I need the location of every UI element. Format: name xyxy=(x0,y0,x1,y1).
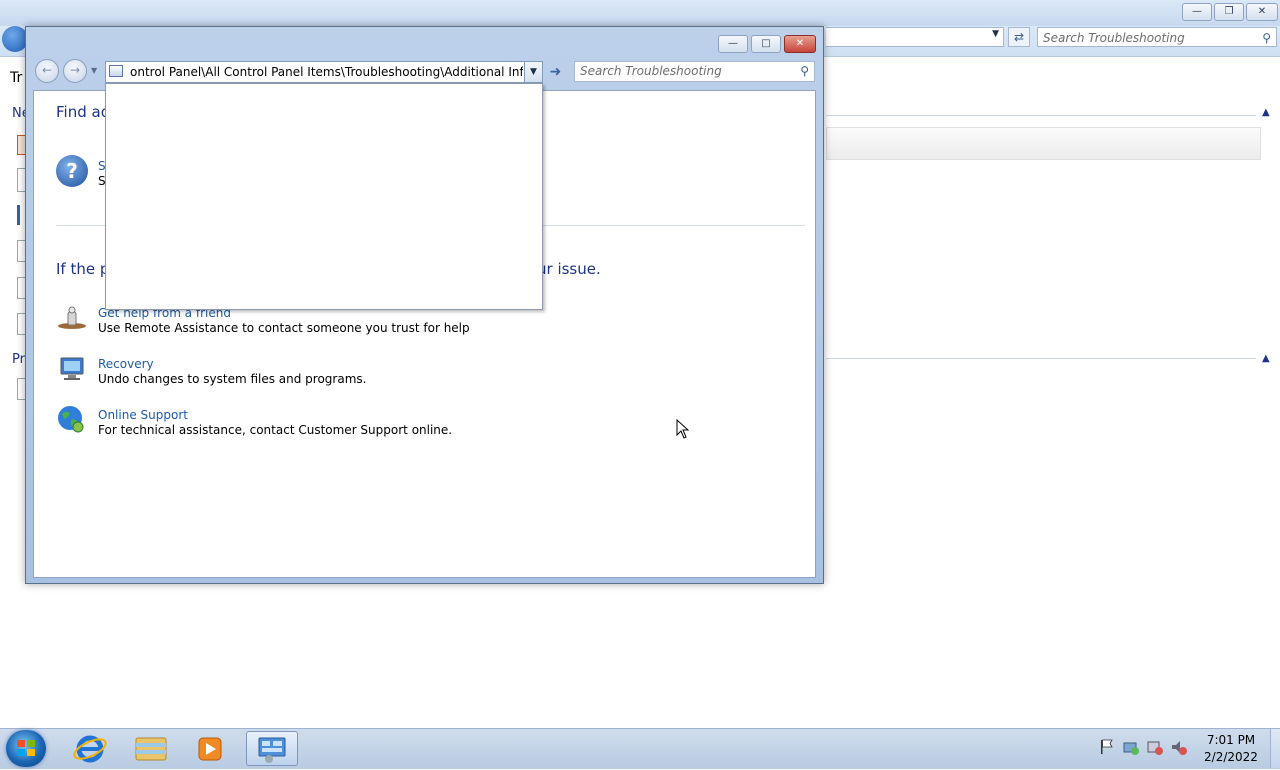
search-icon[interactable]: ⚲ xyxy=(800,62,809,81)
search-input[interactable]: Search Troubleshooting ⚲ xyxy=(574,61,815,82)
bg-search-input[interactable]: Search Troubleshooting ⚲ xyxy=(1037,27,1277,47)
show-desktop-button[interactable] xyxy=(1270,729,1280,768)
volume-muted-icon[interactable] xyxy=(1170,738,1188,756)
item-desc-recovery: Undo changes to system files and program… xyxy=(98,372,367,386)
item-title-online-support[interactable]: Online Support xyxy=(98,408,188,422)
address-autocomplete-dropdown[interactable] xyxy=(105,83,543,310)
recovery-icon xyxy=(56,355,88,383)
file-explorer-icon[interactable] xyxy=(125,731,177,766)
go-arrow-icon[interactable]: ➜ xyxy=(545,61,566,83)
network-icon[interactable] xyxy=(1122,738,1140,756)
remote-assistance-icon xyxy=(56,306,88,330)
control-panel-taskbar-button[interactable] xyxy=(246,731,298,766)
minimize-button[interactable]: — xyxy=(718,35,748,53)
item-desc-get-help: Use Remote Assistance to contact someone… xyxy=(98,321,470,335)
bg-section-line-1 xyxy=(826,115,1256,116)
collapse-chevron-icon-2[interactable]: ▲ xyxy=(1262,353,1270,364)
bg-restore-button[interactable]: ❐ xyxy=(1214,3,1244,21)
start-button[interactable] xyxy=(6,730,46,767)
media-player-icon[interactable] xyxy=(184,731,236,766)
power-error-icon[interactable] xyxy=(1146,738,1164,756)
bg-list-row[interactable] xyxy=(826,127,1261,160)
bg-address-bar[interactable]: ▼ xyxy=(826,27,1004,47)
control-panel-icon xyxy=(109,65,123,77)
background-titlebar xyxy=(0,0,1280,26)
collapse-chevron-icon[interactable]: ▲ xyxy=(1262,107,1270,118)
bg-section-line-2 xyxy=(826,358,1256,359)
globe-icon xyxy=(56,404,86,434)
maximize-button[interactable]: □ xyxy=(751,35,781,53)
bg-close-button[interactable]: ✕ xyxy=(1246,3,1278,21)
chevron-down-icon[interactable]: ▼ xyxy=(992,29,999,39)
forward-button[interactable]: → xyxy=(63,59,87,83)
bg-minimize-button[interactable]: — xyxy=(1182,3,1212,21)
mouse-cursor-icon xyxy=(676,418,690,439)
history-dropdown-icon[interactable]: ▼ xyxy=(91,66,97,75)
refresh-icon[interactable]: ⇄ xyxy=(1008,27,1030,47)
section-heading-find: Find ad xyxy=(56,103,111,121)
internet-explorer-icon[interactable] xyxy=(64,731,116,766)
section-heading-end: ur issue. xyxy=(537,260,601,278)
search-placeholder: Search Troubleshooting xyxy=(580,64,722,78)
action-center-flag-icon[interactable] xyxy=(1098,738,1116,756)
bg-search-placeholder: Search Troubleshooting xyxy=(1043,31,1185,45)
back-button[interactable]: ← xyxy=(35,59,59,83)
address-dropdown-button[interactable]: ▼ xyxy=(524,61,543,83)
search-icon[interactable]: ⚲ xyxy=(1262,28,1271,48)
help-question-icon: ? xyxy=(56,155,88,187)
clock-date[interactable]: 2/2/2022 xyxy=(1196,750,1266,764)
address-path[interactable]: ontrol Panel\All Control Panel Items\Tro… xyxy=(130,62,523,82)
bg-page-title-fragment: Tr xyxy=(10,70,23,86)
clock-time[interactable]: 7:01 PM xyxy=(1196,733,1266,747)
close-button[interactable]: ✕ xyxy=(784,35,816,53)
item-title-recovery[interactable]: Recovery xyxy=(98,357,154,371)
section-heading-start: If the p xyxy=(56,260,110,278)
item-desc-online-support: For technical assistance, contact Custom… xyxy=(98,423,453,437)
address-bar[interactable]: ontrol Panel\All Control Panel Items\Tro… xyxy=(105,61,543,83)
